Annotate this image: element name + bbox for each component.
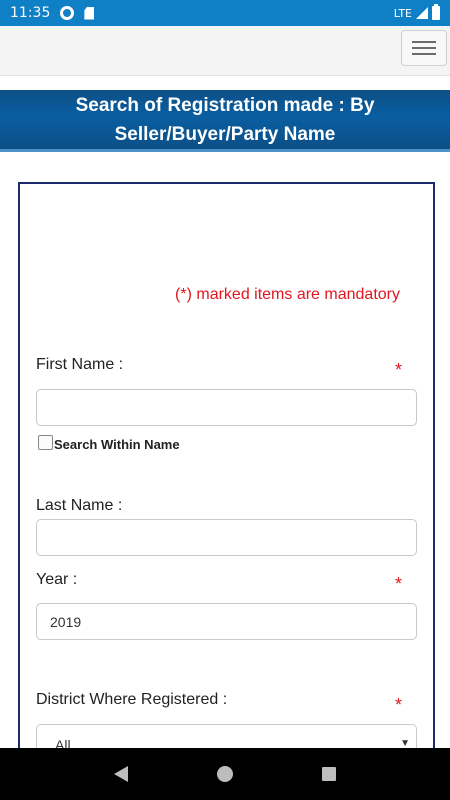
search-within-name-label: Search Within Name	[54, 437, 180, 452]
android-nav-bar	[0, 748, 450, 800]
district-required-marker: *	[394, 695, 402, 715]
status-bar: 11:35 LTE	[0, 0, 450, 26]
back-icon[interactable]	[114, 766, 129, 782]
battery-icon	[432, 4, 440, 20]
search-within-name-row: Search Within Name	[38, 433, 180, 452]
district-label: District Where Registered :	[36, 691, 228, 708]
last-name-label: Last Name :	[36, 497, 123, 514]
mandatory-note: (*) marked items are mandatory	[175, 286, 400, 303]
year-label: Year :	[36, 571, 78, 588]
settings-icon	[60, 6, 75, 20]
search-form: (*) marked items are mandatory First Nam…	[18, 182, 435, 764]
year-input[interactable]	[36, 603, 417, 640]
recent-apps-icon[interactable]	[321, 767, 336, 781]
status-time: 11:35	[10, 5, 51, 21]
home-icon[interactable]	[216, 766, 233, 782]
hamburger-menu-icon[interactable]	[401, 30, 447, 66]
app-header	[0, 26, 450, 76]
year-required-marker: *	[394, 574, 402, 594]
first-name-input[interactable]	[36, 389, 417, 426]
last-name-input[interactable]	[36, 519, 417, 556]
page-title-banner: Search of Registration made : By Seller/…	[0, 90, 450, 152]
sd-card-icon	[84, 6, 95, 20]
search-within-name-checkbox[interactable]	[38, 435, 53, 450]
network-type: LTE	[393, 6, 412, 20]
signal-icon	[416, 7, 428, 19]
first-name-required-marker: *	[394, 360, 402, 380]
first-name-label: First Name :	[36, 356, 124, 373]
page-title: Search of Registration made : By Seller/…	[75, 94, 375, 145]
